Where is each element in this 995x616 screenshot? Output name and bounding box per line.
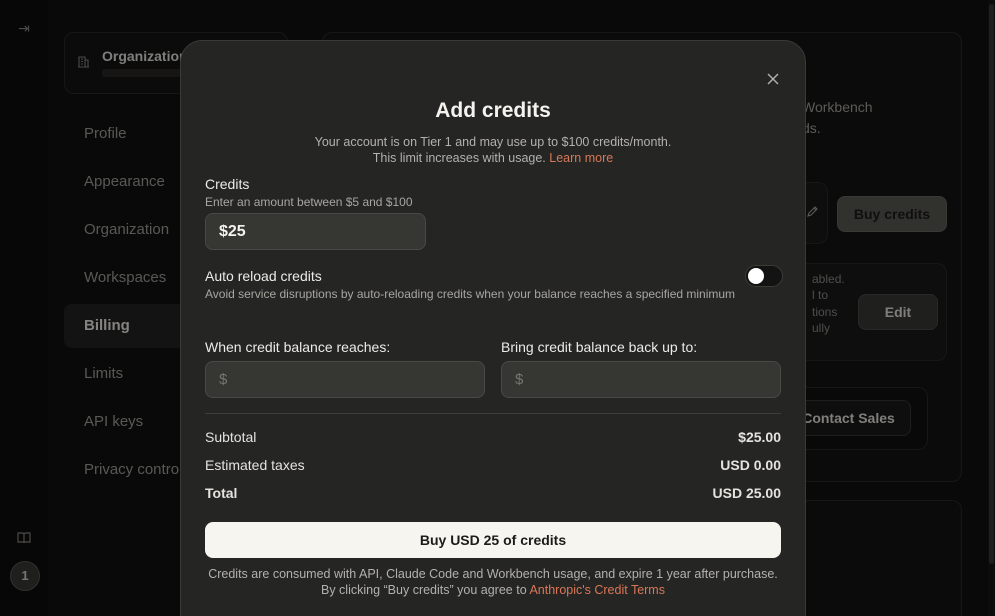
refill-input[interactable]: $ [501, 361, 781, 398]
credit-terms-link[interactable]: Anthropic's Credit Terms [529, 583, 665, 597]
tier-description-line2: This limit increases with usage. [372, 151, 546, 165]
threshold-label: When credit balance reaches: [205, 339, 391, 355]
taxes-value: USD 0.00 [720, 457, 781, 473]
dialog-title: Add credits [435, 99, 551, 122]
tier-description-line1: Your account is on Tier 1 and may use up… [314, 135, 672, 149]
credit-terms-text: Credits are consumed with API, Claude Co… [208, 567, 778, 597]
credits-hint: Enter an amount between $5 and $100 [205, 195, 413, 209]
credit-terms-notice: Credits are consumed with API, Claude Co… [205, 566, 781, 598]
buy-credits-submit-button[interactable]: Buy USD 25 of credits [205, 522, 781, 558]
refill-label: Bring credit balance back up to: [501, 339, 698, 355]
close-icon[interactable] [765, 71, 781, 87]
total-label: Total [205, 485, 238, 501]
tier-description: Your account is on Tier 1 and may use up… [181, 134, 805, 166]
divider [205, 413, 781, 414]
credits-label: Credits [205, 176, 250, 192]
auto-reload-toggle[interactable] [745, 265, 783, 287]
subtotal-label: Subtotal [205, 429, 257, 445]
refill-currency-prefix: $ [515, 371, 524, 388]
taxes-label: Estimated taxes [205, 457, 305, 473]
credits-amount-input[interactable]: $25 [205, 213, 426, 250]
subtotal-value: $25.00 [738, 429, 781, 445]
learn-more-link[interactable]: Learn more [549, 151, 613, 165]
threshold-currency-prefix: $ [219, 371, 228, 388]
add-credits-dialog: Add credits Your account is on Tier 1 an… [180, 40, 806, 616]
threshold-input[interactable]: $ [205, 361, 485, 398]
total-value: USD 25.00 [712, 485, 781, 501]
auto-reload-hint: Avoid service disruptions by auto-reload… [205, 287, 736, 301]
auto-reload-label: Auto reload credits [205, 268, 322, 284]
